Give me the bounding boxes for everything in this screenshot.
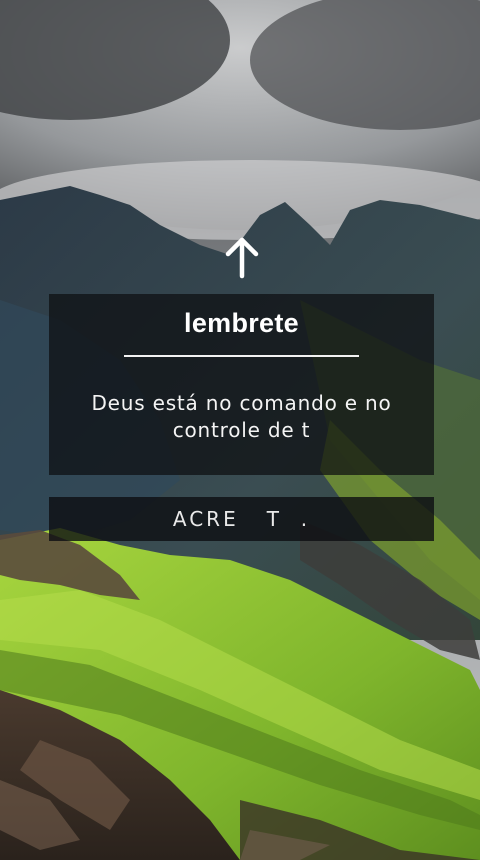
reminder-card: lembrete Deus está no comando e no contr… bbox=[49, 294, 434, 475]
swipe-up-arrow-icon[interactable] bbox=[222, 236, 262, 280]
action-bar-button[interactable]: ACRE T . bbox=[49, 497, 434, 541]
action-bar-label: ACRE T . bbox=[172, 507, 311, 531]
reminder-title: lembrete bbox=[184, 308, 299, 338]
arrow-up-icon bbox=[225, 237, 259, 279]
reminder-message: Deus está no comando e no controle de t bbox=[91, 391, 392, 442]
title-divider bbox=[124, 355, 359, 357]
